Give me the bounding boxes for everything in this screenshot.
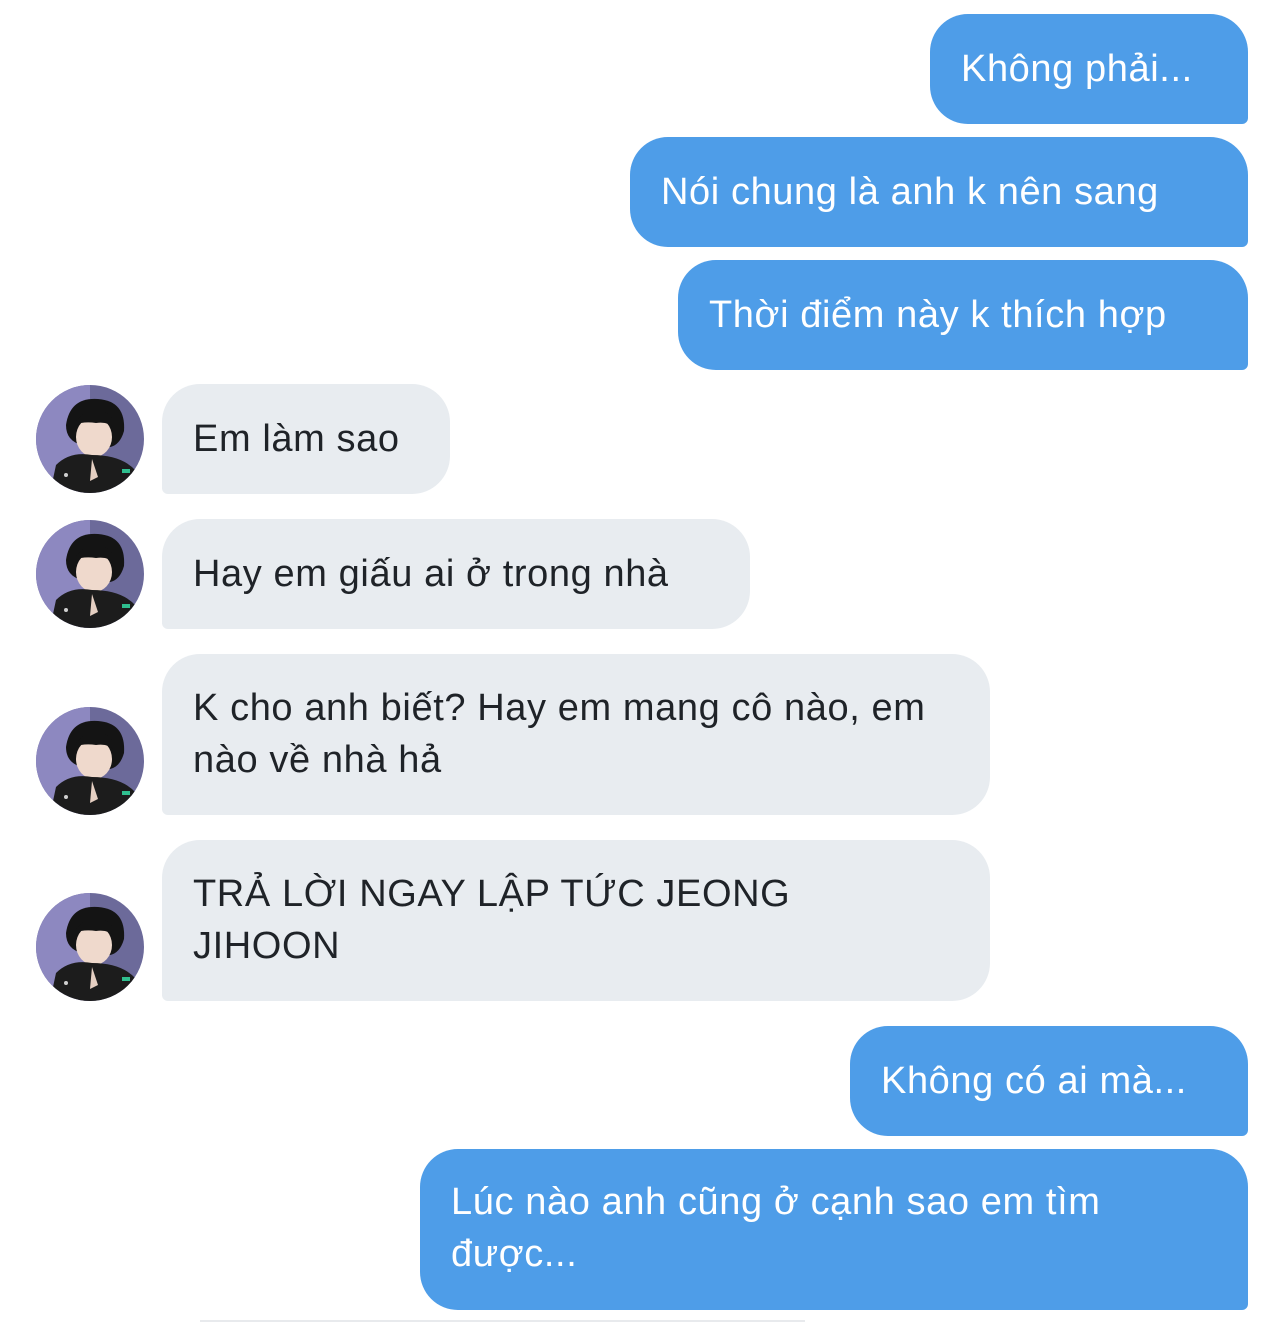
outgoing-message[interactable]: Lúc nào anh cũng ở cạnh sao em tìm được.…	[420, 1149, 1248, 1310]
message-text: Không phải...	[961, 48, 1193, 90]
avatar[interactable]	[36, 520, 144, 628]
incoming-message[interactable]: TRẢ LỜI NGAY LẬP TỨC JEONG JIHOON	[162, 840, 990, 1001]
avatar-image	[36, 385, 144, 493]
incoming-message[interactable]: Hay em giấu ai ở trong nhà	[162, 519, 750, 629]
outgoing-message[interactable]: Nói chung là anh k nên sang	[630, 137, 1248, 247]
message-text: Thời điểm này k thích hợp	[709, 294, 1167, 336]
incoming-message[interactable]: Em làm sao	[162, 384, 450, 494]
message-text: Nói chung là anh k nên sang	[661, 171, 1159, 213]
avatar[interactable]	[36, 385, 144, 493]
incoming-message[interactable]: K cho anh biết? Hay em mang cô nào, em n…	[162, 654, 990, 815]
outgoing-message[interactable]: Không có ai mà...	[850, 1026, 1248, 1136]
message-text: K cho anh biết? Hay em mang cô nào, em n…	[193, 687, 926, 781]
avatar-image	[36, 520, 144, 628]
message-text: Em làm sao	[193, 418, 400, 460]
message-text: Không có ai mà...	[881, 1060, 1187, 1102]
avatar-image	[36, 707, 144, 815]
message-text: Lúc nào anh cũng ở cạnh sao em tìm được.…	[451, 1181, 1101, 1275]
avatar[interactable]	[36, 893, 144, 1001]
message-text: Hay em giấu ai ở trong nhà	[193, 553, 669, 595]
outgoing-message[interactable]: Không phải...	[930, 14, 1248, 124]
message-text: TRẢ LỜI NGAY LẬP TỨC JEONG JIHOON	[193, 873, 791, 967]
outgoing-message[interactable]: Thời điểm này k thích hợp	[678, 260, 1248, 370]
avatar-image	[36, 893, 144, 1001]
avatar[interactable]	[36, 707, 144, 815]
divider	[200, 1320, 805, 1322]
